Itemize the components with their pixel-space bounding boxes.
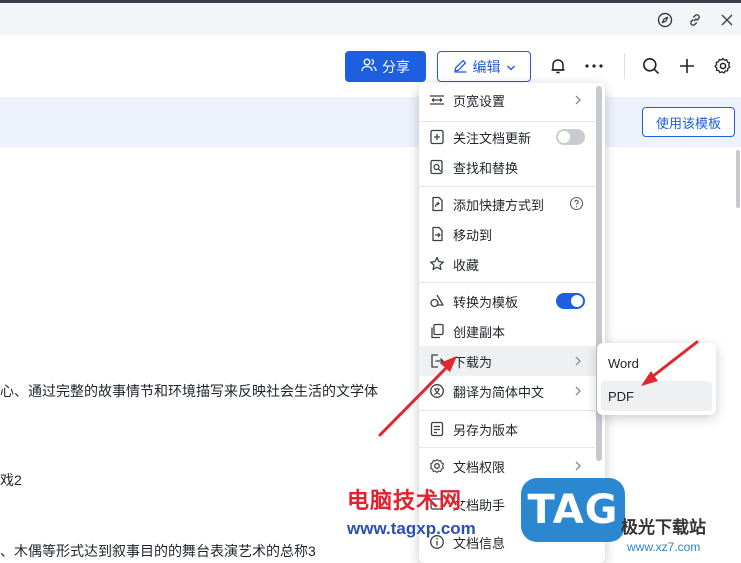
annotation-arrows <box>378 340 699 437</box>
watermark-site-name: 极光下载站 <box>621 518 706 537</box>
watermark-title: 电脑技术网 <box>347 488 463 513</box>
arrow-to-download-as <box>378 356 457 437</box>
watermark-logo: TAG <box>521 478 625 542</box>
watermark-url: www.tagxp.com <box>347 519 476 538</box>
watermark-site-url: www.xz7.com <box>627 540 701 554</box>
arrow-to-pdf <box>641 340 699 386</box>
